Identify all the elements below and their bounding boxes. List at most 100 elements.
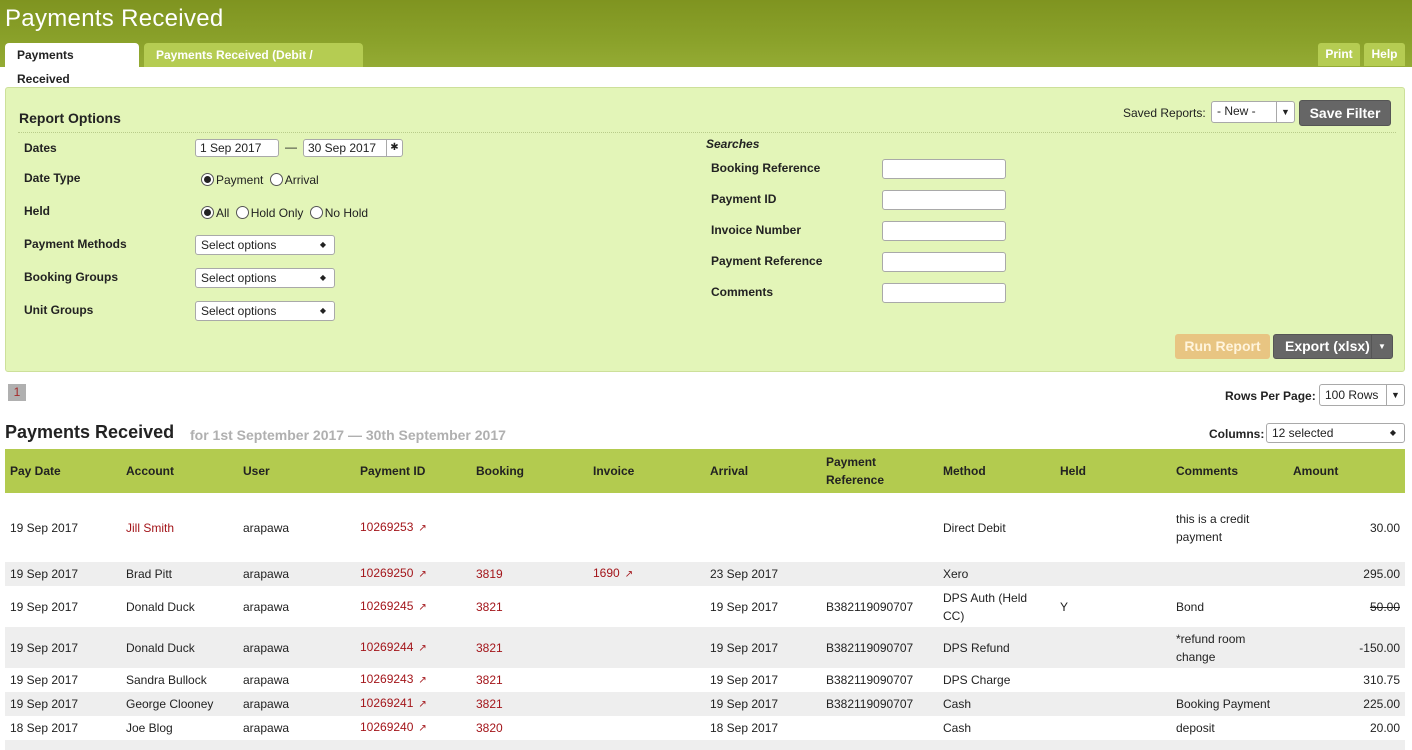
external-link-icon[interactable]: ↗: [418, 523, 426, 534]
col-comments[interactable]: Comments: [1171, 449, 1288, 493]
booking-link[interactable]: 3821: [476, 600, 503, 614]
payment-methods-select[interactable]: Select options ◆: [195, 235, 335, 255]
cell-payment-id: 10269240 ↗: [355, 716, 471, 740]
cell-held: [1055, 716, 1171, 740]
external-link-icon[interactable]: ↗: [418, 569, 426, 580]
cell-pay-date: 19 Sep 2017: [5, 562, 121, 586]
external-link-icon[interactable]: ↗: [418, 602, 426, 613]
search-payment-id-label: Payment ID: [711, 192, 777, 206]
run-report-button[interactable]: Run Report: [1175, 334, 1270, 359]
booking-link[interactable]: 3820: [476, 721, 503, 735]
updown-icon: ◆: [319, 273, 326, 282]
account-link[interactable]: Jill Smith: [126, 521, 174, 535]
pagination-page[interactable]: 1: [8, 384, 26, 401]
export-button[interactable]: Export (xlsx) ▼: [1273, 334, 1393, 359]
booking-groups-select[interactable]: Select options ◆: [195, 268, 335, 288]
cell-held: [1055, 668, 1171, 692]
col-payment-reference[interactable]: Payment Reference: [821, 449, 938, 493]
cell-invoice: [588, 692, 705, 716]
tab-payments-received[interactable]: Payments Received: [5, 43, 139, 86]
col-arrival[interactable]: Arrival: [705, 449, 821, 493]
cell-user: arapawa: [238, 562, 355, 586]
cell-method: Cash: [943, 721, 972, 735]
payment-id-link[interactable]: 10269245: [360, 599, 413, 613]
cell-account: Donald Duck: [126, 599, 195, 614]
col-account[interactable]: Account: [121, 449, 238, 493]
cell-user: arapawa: [243, 721, 290, 735]
cell-invoice: 1690 ↗: [588, 562, 705, 586]
col-invoice[interactable]: Invoice: [588, 449, 705, 493]
payment-id-link[interactable]: 10269250: [360, 566, 413, 580]
payment-reference-input[interactable]: [882, 252, 1006, 272]
cell-comments: deposit: [1176, 721, 1215, 735]
cell-invoice: [588, 493, 705, 562]
radio-arrival[interactable]: [269, 173, 283, 186]
payments-table: Pay Date Account User Payment ID Booking…: [5, 449, 1405, 750]
radio-payment[interactable]: [201, 173, 214, 186]
payment-id-link[interactable]: 10269243: [360, 672, 413, 686]
cell-comments: *refund room change: [1171, 627, 1288, 668]
columns-select[interactable]: 12 selected ◆: [1266, 423, 1405, 443]
search-booking-reference-label: Booking Reference: [711, 161, 821, 175]
comments-input[interactable]: [882, 283, 1006, 303]
cell-booking: [471, 493, 588, 562]
cell-arrival: [705, 493, 821, 562]
cell-booking: 3820: [471, 716, 588, 740]
booking-link[interactable]: 3821: [476, 697, 503, 711]
date-from-input[interactable]: 1 Sep 2017: [195, 139, 279, 157]
external-link-icon[interactable]: ↗: [418, 675, 426, 686]
radio-held-all[interactable]: [201, 206, 214, 219]
payment-id-link[interactable]: 10269253: [360, 520, 413, 534]
external-link-icon[interactable]: ↗: [418, 643, 426, 654]
col-pay-date[interactable]: Pay Date: [5, 449, 121, 493]
save-filter-button[interactable]: Save Filter: [1299, 100, 1391, 126]
col-user[interactable]: User: [238, 449, 355, 493]
calendar-gear-icon[interactable]: ✱: [386, 140, 402, 156]
col-booking[interactable]: Booking: [471, 449, 588, 493]
booking-reference-input[interactable]: [882, 159, 1006, 179]
date-separator: —: [285, 140, 297, 154]
radio-held-no-hold[interactable]: [309, 206, 323, 219]
date-to-input[interactable]: 30 Sep 2017 ✱: [303, 139, 403, 157]
cell-payment-reference: [821, 716, 938, 740]
booking-link[interactable]: 3821: [476, 673, 503, 687]
cell-amount: 50.00: [1369, 599, 1400, 614]
unit-groups-select[interactable]: Select options ◆: [195, 301, 335, 321]
payment-id-link[interactable]: 10269241: [360, 696, 413, 710]
cell-payment-id: 10269241 ↗: [355, 692, 471, 716]
export-label: Export (xlsx): [1285, 338, 1370, 354]
cell-account: Joe Blog: [126, 721, 173, 735]
saved-reports-select[interactable]: - New - ▼: [1211, 101, 1295, 123]
booking-link[interactable]: 3821: [476, 641, 503, 655]
booking-groups-label: Booking Groups: [24, 270, 118, 284]
cell-method: DPS Refund: [938, 627, 1055, 668]
cell-account[interactable]: Jill Smith: [121, 493, 238, 562]
cell-payment-id: 10269250 ↗: [355, 562, 471, 586]
chevron-down-icon[interactable]: ▼: [1371, 335, 1392, 358]
cell-account: George Clooney: [121, 692, 238, 716]
cell-account: Sandra Bullock: [126, 673, 207, 687]
payment-id-input[interactable]: [882, 190, 1006, 210]
radio-payment-label: Payment: [216, 173, 264, 187]
table-row: 19 Sep 2017 George Clooney arapawa 10269…: [5, 692, 1405, 716]
col-payment-id[interactable]: Payment ID: [355, 449, 471, 493]
col-amount[interactable]: Amount: [1288, 449, 1405, 493]
report-title: Payments Received: [5, 422, 175, 442]
cell-comments: [1171, 668, 1288, 692]
cell-held: [1055, 692, 1171, 716]
print-button[interactable]: Print: [1318, 43, 1360, 66]
payment-id-link[interactable]: 10269244: [360, 640, 413, 654]
col-method[interactable]: Method: [938, 449, 1055, 493]
col-held[interactable]: Held: [1055, 449, 1171, 493]
external-link-icon[interactable]: ↗: [625, 569, 633, 580]
help-button[interactable]: Help: [1364, 43, 1405, 66]
booking-link[interactable]: 3819: [476, 567, 503, 581]
tab-payments-received-debit-credit[interactable]: Payments Received (Debit / Credit): [144, 43, 363, 86]
external-link-icon[interactable]: ↗: [418, 723, 426, 734]
invoice-link[interactable]: 1690: [593, 566, 620, 580]
radio-held-hold-only[interactable]: [235, 206, 249, 219]
cell-payment-reference: B382119090707: [821, 627, 938, 668]
external-link-icon[interactable]: ↗: [418, 699, 426, 710]
rows-per-page-select[interactable]: 100 Rows ▼: [1319, 384, 1405, 406]
invoice-number-input[interactable]: [882, 221, 1006, 241]
